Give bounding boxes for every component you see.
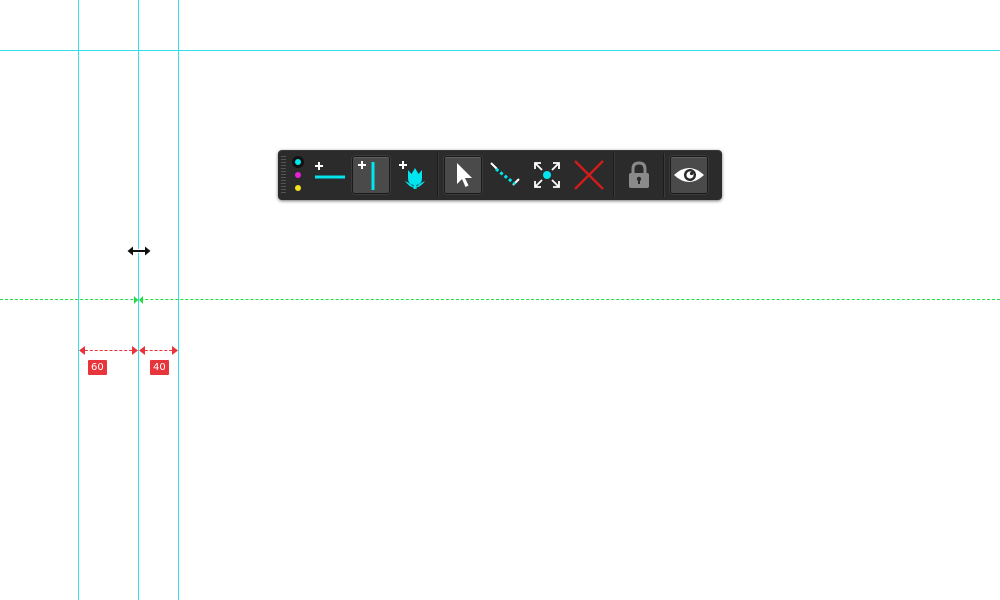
measure-arrow-left-icon (79, 346, 85, 355)
measure-line-icon (490, 162, 520, 186)
guides-toolbar (278, 150, 722, 200)
add-tulip-guide-button[interactable] (394, 156, 432, 194)
color-swatch-magenta[interactable] (295, 171, 301, 178)
measure-arrow-left-icon (139, 346, 145, 355)
vertical-guide[interactable] (78, 0, 79, 600)
measure-line (80, 350, 137, 351)
guide-color-picker[interactable] (288, 156, 308, 194)
padlock-icon (629, 161, 649, 188)
guide-position-marker-icon (134, 296, 143, 304)
lock-guides-button[interactable] (620, 156, 658, 194)
center-guides-button[interactable] (528, 156, 566, 194)
add-vertical-guide-icon (358, 161, 375, 190)
delete-all-guides-button[interactable] (570, 156, 608, 194)
toolbar-separator (663, 153, 665, 197)
measure-label: 60 (88, 360, 107, 375)
new-horizontal-guide-preview (0, 299, 1000, 300)
measure-tool-button[interactable] (486, 156, 524, 194)
toolbar-drag-handle[interactable] (281, 156, 286, 194)
toolbar-separator (613, 153, 615, 197)
toolbar-separator (437, 153, 439, 197)
eye-icon (674, 168, 704, 182)
measure-arrow-right-icon (132, 346, 138, 355)
add-horizontal-guide-icon (315, 162, 345, 179)
tulip-icon (399, 161, 425, 189)
toggle-guides-visibility-button[interactable] (670, 156, 708, 194)
measure-label: 40 (150, 360, 169, 375)
expand-center-icon (534, 162, 560, 188)
pointer-arrow-icon (457, 163, 472, 187)
horizontal-resize-cursor-icon (126, 245, 152, 257)
horizontal-guide[interactable] (0, 50, 1000, 51)
red-x-icon (574, 160, 604, 190)
select-tool-button[interactable] (444, 156, 482, 194)
color-swatch-yellow[interactable] (295, 184, 301, 191)
measure-arrow-right-icon (172, 346, 178, 355)
add-horizontal-guide-button[interactable] (310, 156, 348, 194)
vertical-guide[interactable] (178, 0, 179, 600)
design-canvas[interactable]: 60 40 (0, 0, 1000, 600)
add-vertical-guide-button[interactable] (352, 156, 390, 194)
color-swatch-cyan[interactable] (295, 159, 301, 166)
